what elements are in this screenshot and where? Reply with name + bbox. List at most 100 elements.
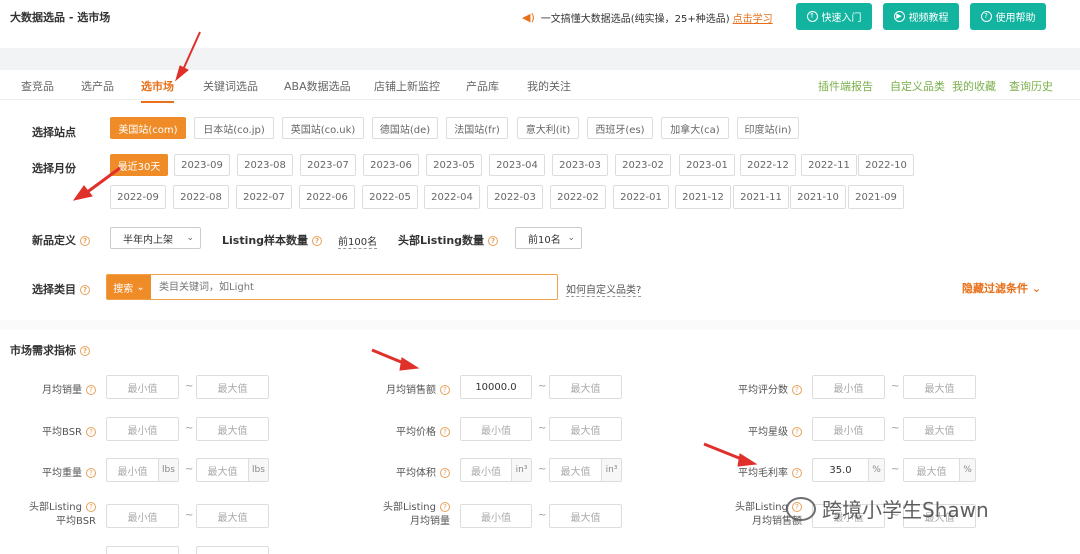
month-option[interactable]: 2023-01 bbox=[679, 154, 735, 176]
avg-star-max[interactable]: 最大值 bbox=[903, 417, 976, 441]
month-option[interactable]: 2022-07 bbox=[236, 185, 292, 209]
tab-market[interactable]: 选市场 bbox=[141, 78, 174, 103]
month-option[interactable]: 2021-09 bbox=[848, 185, 904, 209]
month-option[interactable]: 2022-08 bbox=[173, 185, 229, 209]
tab-following[interactable]: 我的关注 bbox=[527, 78, 571, 94]
avg-rating-count-max[interactable]: 最大值 bbox=[903, 375, 976, 399]
avg-volume-min[interactable]: 最小值 in³ bbox=[460, 458, 532, 482]
month-option[interactable]: 2023-09 bbox=[174, 154, 230, 176]
avg-revenue-min[interactable]: 10000.0 bbox=[460, 375, 532, 399]
month-option[interactable]: 2021-12 bbox=[675, 185, 731, 209]
site-option[interactable]: 意大利(it) bbox=[517, 117, 579, 139]
help-icon[interactable]: ? bbox=[488, 236, 499, 246]
avg-sales-max[interactable]: 最大值 bbox=[196, 375, 269, 399]
tab-store-monitor[interactable]: 店铺上新监控 bbox=[374, 78, 440, 94]
month-option[interactable]: 2022-12 bbox=[740, 154, 796, 176]
head-sales-max[interactable]: 最大值 bbox=[549, 504, 622, 528]
help-icon[interactable]: ? bbox=[440, 385, 450, 395]
help-icon[interactable]: ? bbox=[80, 236, 90, 246]
help-icon[interactable]: ? bbox=[80, 285, 90, 295]
tab-competitor[interactable]: 查竞品 bbox=[21, 78, 54, 94]
tab-custom-category[interactable]: 自定义品类 bbox=[890, 78, 945, 94]
search-type-dropdown[interactable]: 搜索 ⌄ bbox=[107, 275, 151, 299]
help-icon[interactable]: ? bbox=[792, 385, 802, 395]
avg-weight-max[interactable]: 最大值 lbs bbox=[196, 458, 269, 482]
newdef-select[interactable]: 半年内上架 ⌄ bbox=[110, 227, 201, 249]
tab-plugin-report[interactable]: 插件端报告 bbox=[818, 78, 873, 94]
help-icon[interactable]: ? bbox=[792, 427, 802, 437]
help-icon[interactable]: ? bbox=[80, 346, 90, 356]
month-option[interactable]: 2022-03 bbox=[487, 185, 543, 209]
next-row-min[interactable] bbox=[106, 546, 179, 554]
tab-product[interactable]: 选产品 bbox=[81, 78, 114, 94]
month-option[interactable]: 2022-09 bbox=[110, 185, 166, 209]
tab-history[interactable]: 查询历史 bbox=[1009, 78, 1053, 94]
quick-start-button[interactable]: ↑ 快速入门 bbox=[796, 3, 872, 30]
month-option[interactable]: 2023-02 bbox=[615, 154, 671, 176]
help-icon[interactable]: ? bbox=[86, 385, 96, 395]
avg-margin-min[interactable]: 35.0% bbox=[812, 458, 885, 482]
month-option[interactable]: 2023-04 bbox=[489, 154, 545, 176]
custom-category-link[interactable]: 如何自定义品类? bbox=[566, 281, 642, 297]
avg-bsr-max[interactable]: 最大值 bbox=[196, 417, 269, 441]
month-option[interactable]: 2022-02 bbox=[550, 185, 606, 209]
help-icon[interactable]: ? bbox=[792, 468, 802, 478]
month-option[interactable]: 2023-08 bbox=[237, 154, 293, 176]
next-row-max[interactable] bbox=[196, 546, 269, 554]
month-option[interactable]: 2022-05 bbox=[362, 185, 418, 209]
help-icon[interactable]: ? bbox=[86, 427, 96, 437]
head-bsr-max[interactable]: 最大值 bbox=[196, 504, 269, 528]
tab-favorites[interactable]: 我的收藏 bbox=[952, 78, 996, 94]
avg-star-min[interactable]: 最小值 bbox=[812, 417, 885, 441]
month-option[interactable]: 2022-01 bbox=[613, 185, 669, 209]
month-option[interactable]: 2021-11 bbox=[733, 185, 789, 209]
help-icon[interactable]: ? bbox=[312, 236, 323, 246]
month-option[interactable]: 2023-05 bbox=[426, 154, 482, 176]
month-option[interactable]: 2022-11 bbox=[801, 154, 857, 176]
video-tutorial-button[interactable]: ▶ 视频教程 bbox=[883, 3, 959, 30]
avg-volume-max[interactable]: 最大值 in³ bbox=[549, 458, 622, 482]
site-option[interactable]: 英国站(co.uk) bbox=[282, 117, 364, 139]
avg-weight-min[interactable]: 最小值 lbs bbox=[106, 458, 179, 482]
help-icon[interactable]: ? bbox=[86, 468, 96, 478]
avg-price-min[interactable]: 最小值 bbox=[460, 417, 532, 441]
tab-keyword[interactable]: 关键词选品 bbox=[203, 78, 258, 94]
hide-filter-toggle[interactable]: 隐藏过滤条件 ⌄ bbox=[962, 280, 1041, 296]
head-bsr-min[interactable]: 最小值 bbox=[106, 504, 179, 528]
avg-rating-count-min[interactable]: 最小值 bbox=[812, 375, 885, 399]
tab-library[interactable]: 产品库 bbox=[466, 78, 499, 94]
tab-aba[interactable]: ABA数据选品 bbox=[284, 78, 351, 94]
site-option[interactable]: 西班牙(es) bbox=[587, 117, 653, 139]
month-option[interactable]: 最近30天 bbox=[110, 154, 168, 176]
help-icon[interactable]: ? bbox=[86, 502, 96, 512]
site-option[interactable]: 美国站(com) bbox=[110, 117, 186, 139]
help-icon[interactable]: ? bbox=[440, 468, 450, 478]
listing-sample-value[interactable]: 前100名 bbox=[338, 233, 378, 249]
help-icon[interactable]: ? bbox=[440, 502, 450, 512]
month-option[interactable]: 2022-06 bbox=[299, 185, 355, 209]
range-separator: ~ bbox=[185, 510, 194, 521]
month-option[interactable]: 2023-03 bbox=[552, 154, 608, 176]
site-option[interactable]: 德国站(de) bbox=[372, 117, 438, 139]
help-button[interactable]: ? 使用帮助 bbox=[970, 3, 1046, 30]
head-sales-min[interactable]: 最小值 bbox=[460, 504, 532, 528]
avg-price-max[interactable]: 最大值 bbox=[549, 417, 622, 441]
site-option[interactable]: 印度站(in) bbox=[737, 117, 799, 139]
avg-rating-count-label: 平均评分数? bbox=[710, 381, 802, 396]
head-listing-select[interactable]: 前10名 ⌄ bbox=[515, 227, 582, 249]
site-option[interactable]: 法国站(fr) bbox=[446, 117, 508, 139]
month-option[interactable]: 2022-04 bbox=[424, 185, 480, 209]
category-search-input[interactable] bbox=[159, 275, 549, 299]
site-option[interactable]: 日本站(co.jp) bbox=[194, 117, 274, 139]
promo-link[interactable]: 点击学习 bbox=[733, 10, 773, 25]
month-option[interactable]: 2021-10 bbox=[790, 185, 846, 209]
month-option[interactable]: 2023-06 bbox=[363, 154, 419, 176]
avg-bsr-min[interactable]: 最小值 bbox=[106, 417, 179, 441]
avg-margin-max[interactable]: 最大值% bbox=[903, 458, 976, 482]
month-option[interactable]: 2023-07 bbox=[300, 154, 356, 176]
avg-sales-min[interactable]: 最小值 bbox=[106, 375, 179, 399]
avg-revenue-max[interactable]: 最大值 bbox=[549, 375, 622, 399]
site-option[interactable]: 加拿大(ca) bbox=[661, 117, 729, 139]
help-icon[interactable]: ? bbox=[440, 427, 450, 437]
month-option[interactable]: 2022-10 bbox=[858, 154, 914, 176]
